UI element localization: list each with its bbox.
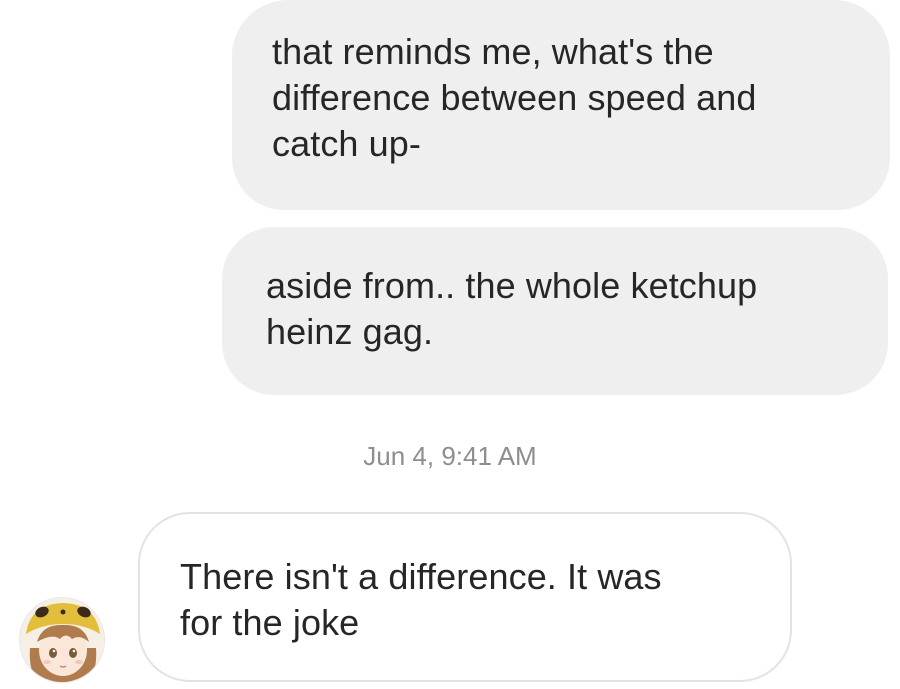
message-timestamp: Jun 4, 9:41 AM [363, 441, 537, 471]
message-bubble-sent[interactable]: aside from.. the whole ketchup heinz gag… [222, 227, 888, 395]
message-text-line: that reminds me, what's the [272, 31, 714, 72]
message-text-line: difference between speed and [272, 77, 757, 118]
message-bubble-received[interactable]: There isn't a difference. It was for the… [138, 512, 792, 682]
message-bubble-sent[interactable]: that reminds me, what's the difference b… [232, 0, 890, 210]
sender-avatar[interactable] [19, 597, 105, 683]
anime-avatar-icon [20, 598, 104, 682]
message-text-line: catch up- [272, 123, 421, 164]
message-text-line: There isn't a difference. It was [180, 556, 662, 597]
message-text-line: for the joke [180, 602, 360, 643]
message-text-line: heinz gag. [266, 311, 434, 352]
message-text-line: aside from.. the whole ketchup [266, 265, 758, 306]
